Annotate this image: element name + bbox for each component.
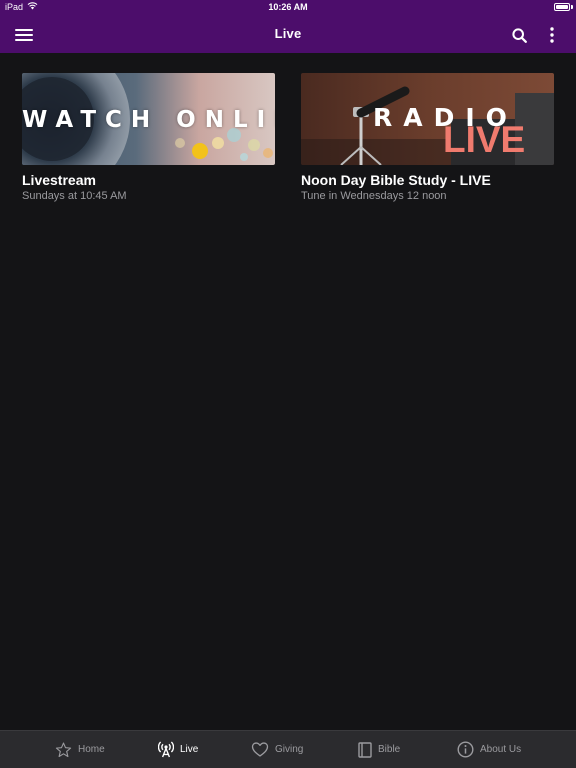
tab-giving[interactable]: Giving <box>251 731 303 768</box>
watch-online-image-text: WATCH ONLINE <box>22 107 275 133</box>
star-icon <box>55 741 72 757</box>
info-icon <box>457 741 474 758</box>
more-vertical-icon <box>550 27 554 43</box>
tab-home[interactable]: Home <box>55 731 105 768</box>
tab-label: Bible <box>378 744 401 755</box>
tab-label: About Us <box>480 744 522 755</box>
watch-online-thumbnail[interactable]: WATCH ONLINE <box>22 73 275 165</box>
card-subtitle: Sundays at 10:45 AM <box>22 190 127 202</box>
search-button[interactable] <box>506 22 532 48</box>
book-icon <box>358 741 372 758</box>
more-options-button[interactable] <box>539 22 565 48</box>
battery-tip <box>571 5 573 9</box>
status-bar: iPad 10:26 AM <box>0 0 576 16</box>
broadcast-icon <box>158 741 174 758</box>
status-time: 10:26 AM <box>268 2 308 12</box>
tab-live[interactable]: Live <box>158 731 198 768</box>
tab-about-us[interactable]: About Us <box>457 731 521 768</box>
tab-label: Home <box>78 744 105 755</box>
live-image-text: LIVE <box>443 119 526 160</box>
card-subtitle: Tune in Wednesdays 12 noon <box>301 190 447 202</box>
live-content: WATCH ONLINE Livestream Sundays at 10:45… <box>0 53 576 730</box>
heart-icon <box>251 742 269 757</box>
livestream-card[interactable]: WATCH ONLINE Livestream Sundays at 10:45… <box>22 73 275 203</box>
tab-bar: Home Live Giving Bible About Us <box>0 730 576 768</box>
tab-label: Live <box>180 744 199 755</box>
noon-day-bible-study-card[interactable]: RADIO LIVE Noon Day Bible Study - LIVE T… <box>301 73 554 203</box>
tab-label: Giving <box>275 744 304 755</box>
page-title: Live <box>274 26 302 41</box>
radio-live-thumbnail[interactable]: RADIO LIVE <box>301 73 554 165</box>
battery-level <box>556 5 568 9</box>
search-icon <box>511 27 527 43</box>
nav-bar: Live <box>0 16 576 53</box>
card-title[interactable]: Livestream <box>22 172 275 189</box>
battery-icon <box>554 3 570 11</box>
tab-bible[interactable]: Bible <box>358 731 400 768</box>
card-title[interactable]: Noon Day Bible Study - LIVE <box>301 172 554 189</box>
